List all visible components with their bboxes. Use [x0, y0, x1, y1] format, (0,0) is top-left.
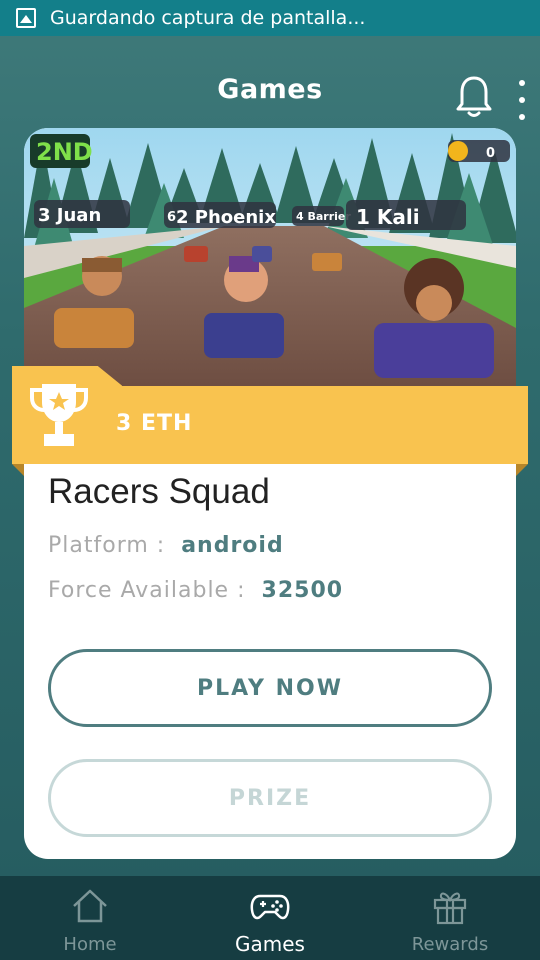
- gift-icon: [433, 892, 467, 925]
- trophy-icon: [30, 384, 88, 446]
- status-bar: Guardando captura de pantalla...: [0, 0, 540, 36]
- game-title: Racers Squad: [48, 472, 270, 511]
- game-hero-image: 2ND 0 3 Juan 6 2 Phoenix 4 Barrier 1 Kal…: [24, 128, 516, 386]
- nav-label-games: Games: [235, 932, 305, 956]
- bell-icon[interactable]: [456, 74, 492, 118]
- force-value: 32500: [261, 578, 344, 603]
- home-icon: [73, 889, 107, 923]
- screenshot-icon: [16, 8, 36, 28]
- platform-value: android: [181, 533, 284, 558]
- racer-label: 3 Juan: [38, 205, 101, 226]
- racer-label: 1 Kali: [356, 205, 420, 229]
- play-now-button[interactable]: PLAY NOW: [48, 649, 492, 727]
- racer-label: 2 Phoenix: [176, 207, 276, 228]
- nav-item-rewards[interactable]: Rewards: [360, 876, 540, 960]
- app-bar: Games: [0, 36, 540, 126]
- more-vert-icon[interactable]: [513, 80, 531, 120]
- status-text: Guardando captura de pantalla...: [50, 7, 366, 29]
- prize-amount: 3 ETH: [116, 411, 193, 436]
- race-position-label: 2ND: [36, 138, 93, 166]
- nav-item-home[interactable]: Home: [0, 876, 180, 960]
- racing-scene-image: 2ND 0 3 Juan 6 2 Phoenix 4 Barrier 1 Kal…: [24, 128, 516, 386]
- prize-button[interactable]: PRIZE: [48, 759, 492, 837]
- platform-label: Platform :: [48, 533, 166, 558]
- bottom-nav: Home Games Rewards: [0, 876, 540, 960]
- racer-label: 4 Barrier: [296, 210, 351, 223]
- coin-count: 0: [486, 146, 495, 161]
- prize-banner: 3 ETH: [12, 366, 528, 478]
- platform-row: Platform : android: [48, 533, 284, 558]
- racer-label: 6: [167, 210, 176, 225]
- gamepad-icon: [250, 894, 290, 920]
- game-card: 2ND 0 3 Juan 6 2 Phoenix 4 Barrier 1 Kal…: [24, 128, 516, 859]
- nav-label-home: Home: [63, 934, 117, 955]
- nav-item-games[interactable]: Games: [180, 876, 360, 960]
- force-row: Force Available : 32500: [48, 578, 343, 603]
- force-label: Force Available :: [48, 578, 246, 603]
- nav-label-rewards: Rewards: [411, 934, 489, 955]
